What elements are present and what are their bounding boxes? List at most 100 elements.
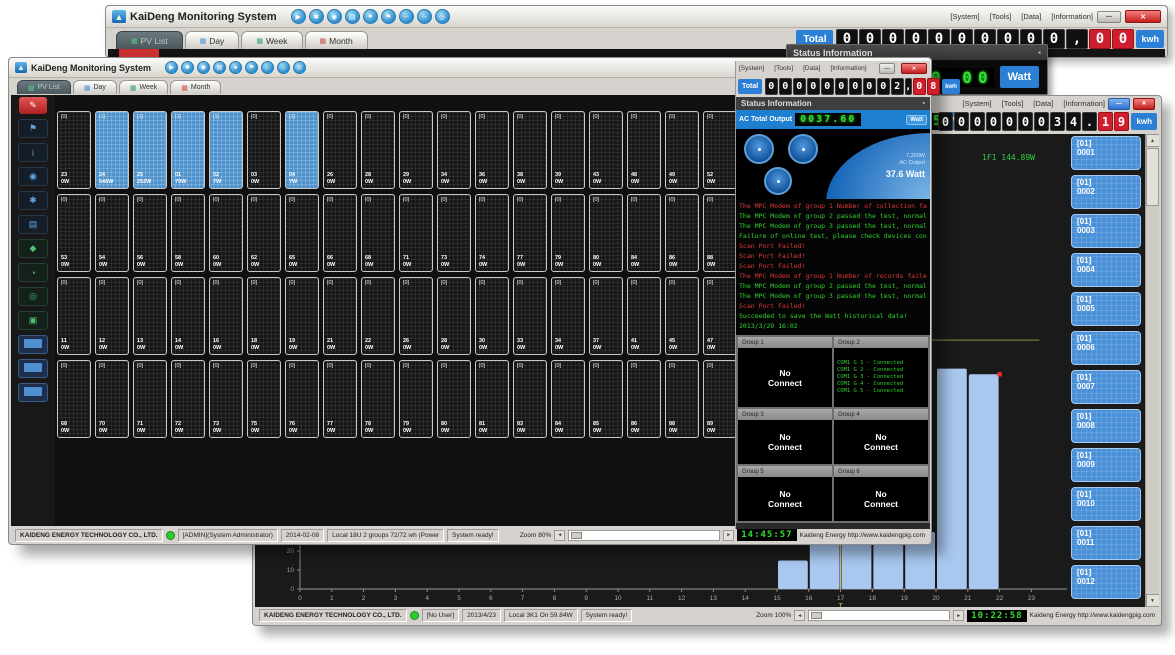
pv-tile-49[interactable]: [0]490W [665,111,699,189]
panel-icon[interactable]: ▤ [345,9,360,24]
pin-icon[interactable]: ⚑ [381,9,396,24]
pv-tile-77[interactable]: [0]770W [323,360,357,438]
collapse-button[interactable]: ▪ [923,100,925,107]
inverter-tile-0007[interactable]: [01]0007 [1071,370,1141,404]
pv-tile-72[interactable]: [0]720W [171,360,205,438]
back-icon[interactable]: ← [399,9,414,24]
pv-tile-75[interactable]: [0]750W [247,360,281,438]
menu-system[interactable]: [System] [962,99,991,108]
pv-tile-65[interactable]: [0]650W [285,194,319,272]
layers-icon[interactable]: ▣ [18,311,48,330]
inverter-tile-0005[interactable]: [01]0005 [1071,292,1141,326]
menu-system[interactable]: [System] [950,12,979,21]
pv-tile-86[interactable]: [0]860W [665,194,699,272]
menu-tools[interactable]: [Tools] [1002,99,1024,108]
record-icon[interactable]: ● [363,9,378,24]
scrollbar[interactable]: ▲ ▼ [1145,134,1159,607]
pv-tile-66[interactable]: [0]660W [323,194,357,272]
pv-tile-28[interactable]: [0]280W [437,277,471,355]
pv-tile-01[interactable]: [1]0179W [171,111,205,189]
watt-unit-button[interactable]: Watt [906,115,927,125]
pv-tile-14[interactable]: [0]140W [171,277,205,355]
pv-tile-24[interactable]: [1]24546W [95,111,129,189]
zoom-in-button[interactable]: ► [953,610,964,621]
pv-tile-70[interactable]: [0]700W [95,360,129,438]
zoom-slider-thumb[interactable] [571,532,582,539]
inverter-tile-0001[interactable]: [01]0001 [1071,136,1141,170]
inverter-tile-0004[interactable]: [01]0004 [1071,253,1141,287]
inverter-tile-0003[interactable]: [01]0003 [1071,214,1141,248]
pv-tile-52[interactable]: [0]520W [703,111,737,189]
menu-information[interactable]: [Information] [1051,12,1093,21]
pv-tile-68[interactable]: [0]680W [361,194,395,272]
tab-day[interactable]: ▦Day [73,80,117,94]
tab-pv-list[interactable]: ▦PV List [116,31,183,49]
monitor-icon-1[interactable] [18,335,48,354]
settings-icon[interactable]: ✱ [18,191,48,210]
zoom-slider[interactable] [808,610,950,621]
inverter-tile-0009[interactable]: [01]0009 [1071,448,1141,482]
forward-icon[interactable]: → [417,9,432,24]
pv-tile-79[interactable]: [0]790W [551,194,585,272]
zoom-out-button[interactable]: ◄ [554,530,565,541]
report-icon[interactable]: ▤ [18,215,48,234]
pv-tile-74[interactable]: [0]740W [475,194,509,272]
site-link[interactable]: Kaideng Energy http://www.kaidengpig.com [1030,612,1155,619]
pv-tile-45[interactable]: [0]450W [665,277,699,355]
site-link[interactable]: Kaideng Energy http://www.kaidengpig.com [800,532,925,539]
pv-tile-11[interactable]: [0]110W [57,277,91,355]
play-icon[interactable]: ▶ [291,9,306,24]
scroll-down-button[interactable]: ▼ [1146,594,1160,607]
gear-icon[interactable]: ✱ [309,9,324,24]
zoom-in-button[interactable]: ► [723,530,734,541]
pv-tile-26[interactable]: [0]260W [323,111,357,189]
scroll-thumb[interactable] [1146,148,1159,206]
zoom-slider-thumb[interactable] [811,612,822,619]
pv-tile-04[interactable]: [1]047W [285,111,319,189]
pv-tile-26[interactable]: [0]260W [399,277,433,355]
gear-icon[interactable]: ✱ [181,61,194,74]
pv-tile-53[interactable]: [0]530W [57,194,91,272]
pv-tile-29[interactable]: [0]290W [399,111,433,189]
pv-tile-13[interactable]: [0]130W [133,277,167,355]
pv-tile-28[interactable]: [0]280W [361,111,395,189]
panel-header[interactable]: Status Information ▪ [736,97,930,110]
pv-tile-62[interactable]: [0]620W [247,194,281,272]
collapse-button[interactable]: ▪ [1038,48,1041,57]
pv-tile-60[interactable]: [0]600W [209,194,243,272]
pv-tile-48[interactable]: [0]480W [627,111,661,189]
inverter-tile-0006[interactable]: [01]0006 [1071,331,1141,365]
panel-icon[interactable]: ▤ [213,61,226,74]
close-button[interactable]: ✕ [901,63,927,74]
menu-tools[interactable]: [Tools] [774,65,793,72]
inverter-tile-0008[interactable]: [01]0008 [1071,409,1141,443]
pv-tile-25[interactable]: [1]25252W [133,111,167,189]
pv-tile-89[interactable]: [0]890W [703,360,737,438]
pv-tile-73[interactable]: [0]730W [209,360,243,438]
tab-day[interactable]: ▦Day [185,31,240,49]
pv-tile-83[interactable]: [0]830W [513,360,547,438]
pv-tile-81[interactable]: [0]810W [475,360,509,438]
pv-tile-88[interactable]: [0]880W [703,194,737,272]
tab-week[interactable]: ▦Week [119,80,168,94]
back-icon[interactable]: ← [261,61,274,74]
pv-tile-71[interactable]: [0]710W [133,360,167,438]
pv-tile-19[interactable]: [0]190W [285,277,319,355]
power-icon[interactable]: ◉ [18,167,48,186]
menu-data[interactable]: [Data] [803,65,820,72]
lock-icon[interactable]: ◉ [327,9,342,24]
lock-icon[interactable]: ◉ [197,61,210,74]
flag-icon[interactable]: ⚑ [18,119,48,138]
pv-tile-78[interactable]: [0]780W [361,360,395,438]
pv-tile-76[interactable]: [0]760W [285,360,319,438]
history-icon[interactable]: ◔ [18,263,48,282]
info-icon[interactable]: i [18,143,48,162]
menu-information[interactable]: [Information] [1063,99,1105,108]
menu-data[interactable]: [Data] [1033,99,1053,108]
pv-tile-85[interactable]: [0]850W [589,360,623,438]
monitor-icon-2[interactable] [18,359,48,378]
block-icon[interactable]: ◎ [435,9,450,24]
shield-icon[interactable]: ◆ [18,239,48,258]
pv-tile-56[interactable]: [0]560W [133,194,167,272]
event-log[interactable]: The MPC Modem of group 1 Number of colle… [736,199,930,335]
